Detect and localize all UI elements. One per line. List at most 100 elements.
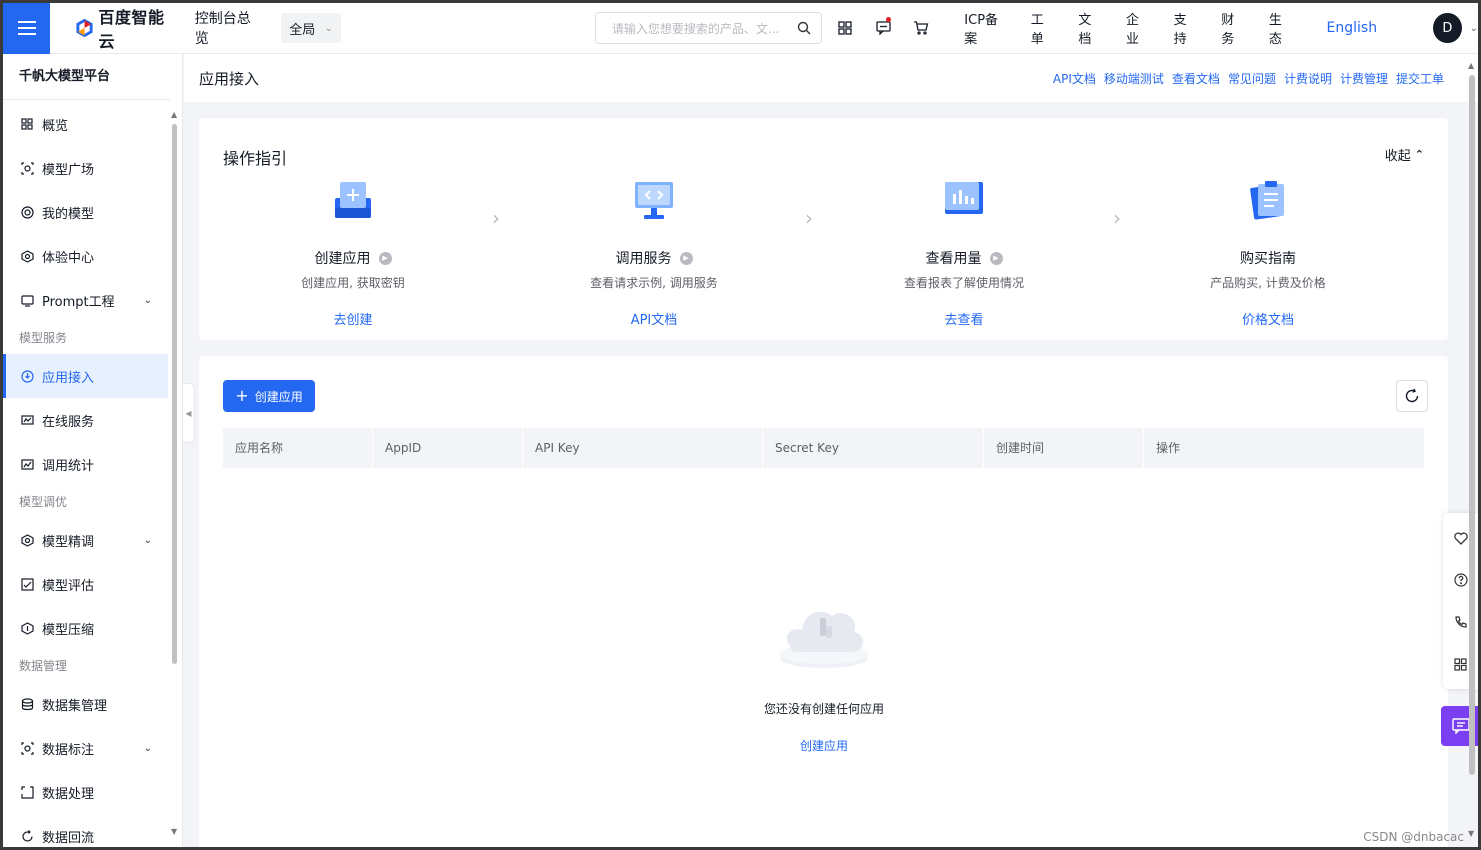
sidebar-scroll-thumb[interactable] xyxy=(172,124,177,664)
chevron-right-icon: › xyxy=(805,206,813,230)
header-links: API文档 移动端测试 查看文档 常见问题 计费说明 计费管理 提交工单 xyxy=(1053,70,1444,87)
unread-dot xyxy=(886,16,892,22)
create-app-illustration-icon xyxy=(335,182,371,218)
language-switch[interactable]: English xyxy=(1327,20,1378,36)
experience-icon xyxy=(20,249,34,263)
message-icon xyxy=(876,21,891,35)
scroll-down-icon[interactable]: ▼ xyxy=(1468,829,1474,838)
column-header-secret-key: Secret Key xyxy=(763,428,984,468)
step-desc: 查看报表了解使用情况 xyxy=(903,276,1024,290)
nav-link-icp[interactable]: ICP备案 xyxy=(964,9,1006,47)
sidebar-item-online-service[interactable]: 在线服务 xyxy=(3,398,168,442)
nav-link-ecosystem[interactable]: 生态 xyxy=(1269,9,1293,47)
nav-link-ticket[interactable]: 工单 xyxy=(1031,9,1055,47)
play-video-icon[interactable]: ▶ xyxy=(989,251,1003,265)
empty-box-icon xyxy=(780,611,868,668)
sidebar-item-process[interactable]: 数据处理 xyxy=(3,770,168,814)
sidebar-item-label: 数据标注 xyxy=(42,742,95,758)
step-name: 调用服务 xyxy=(615,251,672,267)
sidebar-item-call-stats[interactable]: 调用统计 xyxy=(3,442,168,486)
header-link-api-docs[interactable]: API文档 xyxy=(1053,70,1096,87)
header-link-view-docs[interactable]: 查看文档 xyxy=(1172,70,1220,87)
messages-button[interactable] xyxy=(864,3,902,54)
sidebar-item-label: 数据回流 xyxy=(42,830,95,846)
cart-button[interactable] xyxy=(902,3,940,54)
header-link-submit-ticket[interactable]: 提交工单 xyxy=(1396,70,1444,87)
sidebar-item-compress[interactable]: 模型压缩 xyxy=(3,606,168,650)
sidebar-collapse-handle[interactable]: ◀ xyxy=(183,383,195,443)
nav-link-enterprise[interactable]: 企业 xyxy=(1126,9,1150,47)
sidebar-item-label: Prompt工程 xyxy=(42,294,115,310)
sidebar-item-label: 我的模型 xyxy=(42,206,95,222)
search-icon xyxy=(798,21,811,35)
sidebar-item-evaluate[interactable]: 模型评估 xyxy=(3,562,168,606)
create-app-button[interactable]: + 创建应用 xyxy=(223,380,315,412)
scroll-up-icon[interactable]: ▲ xyxy=(1468,61,1474,70)
empty-text: 您还没有创建任何应用 xyxy=(763,702,884,716)
avatar[interactable]: D xyxy=(1433,13,1462,43)
cart-icon xyxy=(914,21,929,35)
nav-link-docs[interactable]: 文档 xyxy=(1078,9,1102,47)
step-desc: 创建应用, 获取密钥 xyxy=(301,276,405,290)
operation-guide-card: 操作指引 收起 ⌃ 创建应用 ▶ 创建应用, 获取密钥 去创建 › 调用服务 ▶… xyxy=(199,118,1448,340)
page-scroll-thumb[interactable] xyxy=(1469,75,1475,775)
play-video-icon[interactable]: ▶ xyxy=(378,251,392,265)
reflow-icon xyxy=(20,829,34,843)
sidebar-item-dataset[interactable]: 数据集管理 xyxy=(3,682,168,726)
chevron-down-icon[interactable]: ⌄ xyxy=(1470,23,1478,34)
region-select[interactable]: 全局 ⌄ xyxy=(281,13,341,43)
sidebar-item-overview[interactable]: 概览 xyxy=(3,102,168,146)
brand-logo[interactable]: 百度智能云 xyxy=(76,4,176,52)
purchase-guide-illustration-icon xyxy=(1250,181,1284,220)
step-link-go-create[interactable]: 去创建 xyxy=(253,309,453,328)
chevron-right-icon: › xyxy=(492,206,500,230)
sidebar-group-label: 数据管理 xyxy=(19,659,68,673)
nav-link-finance[interactable]: 财务 xyxy=(1221,9,1245,47)
chevron-right-icon: › xyxy=(1113,206,1121,230)
dataset-icon xyxy=(20,697,34,711)
search-placeholder: 请输入您想要搜索的产品、文... xyxy=(611,21,780,36)
sidebar-item-prompt[interactable]: Prompt工程 ⌄ xyxy=(3,278,168,322)
brand-name: 百度智能云 xyxy=(98,8,165,51)
step-link-price-docs[interactable]: 价格文档 xyxy=(1168,309,1368,328)
sidebar-item-label: 体验中心 xyxy=(42,250,95,266)
page-scrollbar[interactable]: ▲ ▼ xyxy=(1467,59,1477,847)
header-link-billing-info[interactable]: 计费说明 xyxy=(1284,70,1332,87)
sidebar-item-annotate[interactable]: 数据标注 ⌄ xyxy=(3,726,168,770)
guide-collapse-button[interactable]: 收起 ⌃ xyxy=(1385,145,1424,164)
sidebar-item-label: 模型广场 xyxy=(42,162,95,178)
grid-icon xyxy=(838,21,852,35)
refresh-button[interactable] xyxy=(1396,380,1428,412)
header-link-faq[interactable]: 常见问题 xyxy=(1228,70,1276,87)
plus-icon: + xyxy=(235,386,249,405)
sidebar-group-label: 模型调优 xyxy=(19,495,68,509)
sidebar-item-reflow[interactable]: 数据回流 xyxy=(3,814,168,847)
play-video-icon[interactable]: ▶ xyxy=(679,251,693,265)
compress-icon xyxy=(20,621,34,635)
scroll-up-icon[interactable]: ▲ xyxy=(171,110,177,119)
column-header-created-time: 创建时间 xyxy=(984,428,1144,468)
nav-link-support[interactable]: 支持 xyxy=(1174,9,1198,47)
sidebar-item-experience[interactable]: 体验中心 xyxy=(3,234,168,278)
menu-button[interactable] xyxy=(3,3,51,54)
console-overview-link[interactable]: 控制台总览 xyxy=(195,8,261,48)
sidebar-item-finetune[interactable]: 模型精调 ⌄ xyxy=(3,518,168,562)
sidebar-item-app-access[interactable]: 应用接入 xyxy=(3,354,168,398)
scroll-down-icon[interactable]: ▼ xyxy=(171,827,177,836)
search-input[interactable]: 请输入您想要搜索的产品、文... xyxy=(594,12,823,44)
sidebar-item-label: 调用统计 xyxy=(42,458,95,474)
hamburger-icon xyxy=(17,19,36,37)
step-link-api-docs[interactable]: API文档 xyxy=(554,309,754,328)
header-link-mobile-test[interactable]: 移动端测试 xyxy=(1104,70,1164,87)
header-link-billing-manage[interactable]: 计费管理 xyxy=(1340,70,1388,87)
step-link-go-view[interactable]: 去查看 xyxy=(864,309,1064,328)
column-header-api-key: API Key xyxy=(523,428,763,468)
sidebar-item-my-models[interactable]: 我的模型 xyxy=(3,190,168,234)
sidebar-item-model-square[interactable]: 模型广场 xyxy=(3,146,168,190)
avatar-letter: D xyxy=(1442,20,1453,36)
column-header-app-name: 应用名称 xyxy=(223,428,373,468)
empty-create-app-link[interactable]: 创建应用 xyxy=(699,737,949,754)
apps-grid-button[interactable] xyxy=(826,3,864,54)
sidebar-scrollbar[interactable]: ▲ xyxy=(171,110,177,670)
baidu-cloud-logo-icon xyxy=(76,19,94,37)
